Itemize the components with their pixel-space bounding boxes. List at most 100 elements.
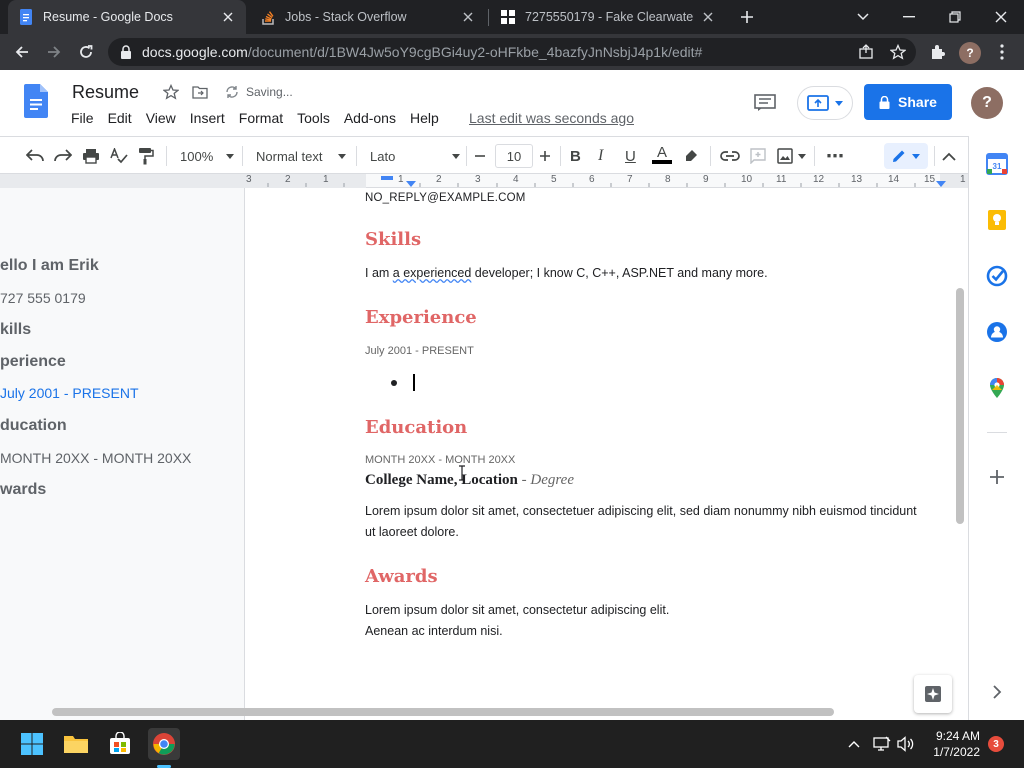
minimize-button[interactable] xyxy=(886,0,932,34)
maps-icon[interactable] xyxy=(986,377,1008,399)
outline-item[interactable]: perience xyxy=(0,353,66,371)
zoom-select[interactable]: 100% xyxy=(180,145,234,167)
font-select[interactable]: Lato xyxy=(370,145,460,167)
saving-status: Saving... xyxy=(246,85,293,99)
ruler-tick: 4 xyxy=(513,174,519,185)
outline-item[interactable]: ello I am Erik xyxy=(0,257,99,275)
menu-add-ons[interactable]: Add-ons xyxy=(344,110,396,126)
print-button[interactable] xyxy=(82,145,100,167)
present-button[interactable] xyxy=(797,86,853,120)
decrease-font-size-button[interactable] xyxy=(474,145,486,167)
paint-format-button[interactable] xyxy=(138,145,154,167)
new-tab-button[interactable] xyxy=(730,0,764,34)
ruler[interactable]: 3 2 1 1 2 3 4 5 6 7 8 9 10 11 12 13 14 1… xyxy=(0,174,968,188)
start-button[interactable] xyxy=(16,728,48,760)
menu-help[interactable]: Help xyxy=(410,110,439,126)
chevron-up-icon xyxy=(848,741,860,748)
menu-tools[interactable]: Tools xyxy=(297,110,330,126)
chrome-taskbar-button[interactable] xyxy=(148,728,180,760)
keep-icon[interactable] xyxy=(986,209,1008,231)
menu-view[interactable]: View xyxy=(146,110,176,126)
insert-link-button[interactable] xyxy=(720,145,740,167)
reload-button[interactable] xyxy=(72,38,100,66)
lock-icon[interactable] xyxy=(120,45,132,59)
file-explorer-button[interactable] xyxy=(60,728,92,760)
outline-item[interactable]: MONTH 20XX - MONTH 20XX xyxy=(0,450,191,466)
lock-icon xyxy=(879,95,890,109)
forward-button[interactable] xyxy=(40,38,68,66)
browser-menu-button[interactable] xyxy=(988,38,1016,66)
explore-button[interactable] xyxy=(914,675,952,713)
spellcheck-button[interactable] xyxy=(110,145,128,167)
close-tab-icon[interactable] xyxy=(220,9,236,25)
add-addon-icon[interactable] xyxy=(986,466,1008,488)
outline-item[interactable]: ducation xyxy=(0,417,67,435)
caret-down-icon xyxy=(912,153,920,159)
outline-item[interactable]: wards xyxy=(0,481,46,499)
move-folder-icon[interactable] xyxy=(192,84,208,100)
calendar-icon[interactable]: 31 xyxy=(986,153,1008,175)
account-avatar[interactable]: ? xyxy=(971,87,1003,119)
horizontal-scrollbar[interactable] xyxy=(52,708,834,716)
vertical-scrollbar[interactable] xyxy=(956,288,964,524)
redo-button[interactable] xyxy=(54,145,72,167)
editing-mode-button[interactable] xyxy=(884,143,928,169)
tab-jobs-stack-overflow[interactable]: Jobs - Stack Overflow xyxy=(250,0,486,34)
docs-logo-icon[interactable] xyxy=(24,84,48,118)
increase-font-size-button[interactable] xyxy=(539,145,551,167)
share-page-icon[interactable] xyxy=(858,44,874,60)
notification-badge[interactable]: 3 xyxy=(988,736,1004,752)
document-title[interactable]: Resume xyxy=(72,82,139,103)
chevron-right-icon[interactable] xyxy=(986,681,1008,703)
bookmark-star-icon[interactable] xyxy=(890,44,906,60)
tab-resume-google-docs[interactable]: Resume - Google Docs xyxy=(8,0,246,34)
menu-file[interactable]: File xyxy=(71,110,94,126)
image-icon xyxy=(777,148,793,164)
menu-insert[interactable]: Insert xyxy=(190,110,225,126)
browser-tab-strip: Resume - Google Docs Jobs - Stack Overfl… xyxy=(0,0,1024,34)
paragraph-style-select[interactable]: Normal text xyxy=(256,145,346,167)
underline-button[interactable]: U xyxy=(625,145,636,167)
last-edit-link[interactable]: Last edit was seconds ago xyxy=(469,110,634,126)
comment-history-icon[interactable] xyxy=(754,94,776,112)
text-color-button[interactable]: A xyxy=(652,145,672,167)
ruler-tick: 14 xyxy=(888,174,900,185)
restore-button[interactable] xyxy=(932,0,978,34)
close-tab-icon[interactable] xyxy=(460,9,476,25)
star-icon[interactable] xyxy=(163,84,179,100)
undo-button[interactable] xyxy=(26,145,44,167)
tasks-icon[interactable] xyxy=(986,265,1008,287)
profile-avatar[interactable]: ? xyxy=(959,42,981,64)
outline-item-active[interactable]: July 2001 - PRESENT xyxy=(0,385,139,401)
volume-button[interactable] xyxy=(890,728,922,760)
address-bar[interactable]: docs.google.com/document/d/1BW4Jw5oY9cgB… xyxy=(108,38,916,66)
tab-fake-clearwater[interactable]: 7275550179 - Fake Clearwater Ph xyxy=(490,0,726,34)
highlight-color-button[interactable] xyxy=(683,145,699,167)
italic-button[interactable]: I xyxy=(598,145,603,167)
insert-image-button[interactable] xyxy=(777,145,806,167)
hide-menus-button[interactable] xyxy=(942,145,956,167)
tab-search-button[interactable] xyxy=(840,0,886,34)
store-button[interactable] xyxy=(104,728,136,760)
minimize-icon xyxy=(903,16,915,18)
tab-title: 7275550179 - Fake Clearwater Ph xyxy=(525,10,694,24)
close-tab-icon[interactable] xyxy=(700,9,716,25)
share-button[interactable]: Share xyxy=(864,84,952,120)
close-window-button[interactable] xyxy=(978,0,1024,34)
puzzle-icon xyxy=(932,45,945,59)
insert-comment-button[interactable] xyxy=(750,145,766,167)
system-clock[interactable]: 9:24 AM 1/7/2022 xyxy=(933,728,980,760)
back-button[interactable] xyxy=(8,38,36,66)
more-tools-button[interactable]: ⋯ xyxy=(826,145,844,167)
outline-item[interactable]: 727 555 0179 xyxy=(0,290,86,306)
contacts-icon[interactable] xyxy=(986,321,1008,343)
document-canvas[interactable]: NO_REPLY@EXAMPLE.COM Skills I am a exper… xyxy=(244,188,968,720)
ruler-tick: 13 xyxy=(851,174,863,185)
font-size-input[interactable]: 10 xyxy=(495,144,533,168)
menu-edit[interactable]: Edit xyxy=(108,110,132,126)
extensions-button[interactable] xyxy=(924,38,952,66)
outline-item[interactable]: kills xyxy=(0,321,31,339)
menu-format[interactable]: Format xyxy=(239,110,283,126)
spelling-suggestion[interactable]: a experienced xyxy=(393,266,472,280)
bold-button[interactable]: B xyxy=(570,145,581,167)
